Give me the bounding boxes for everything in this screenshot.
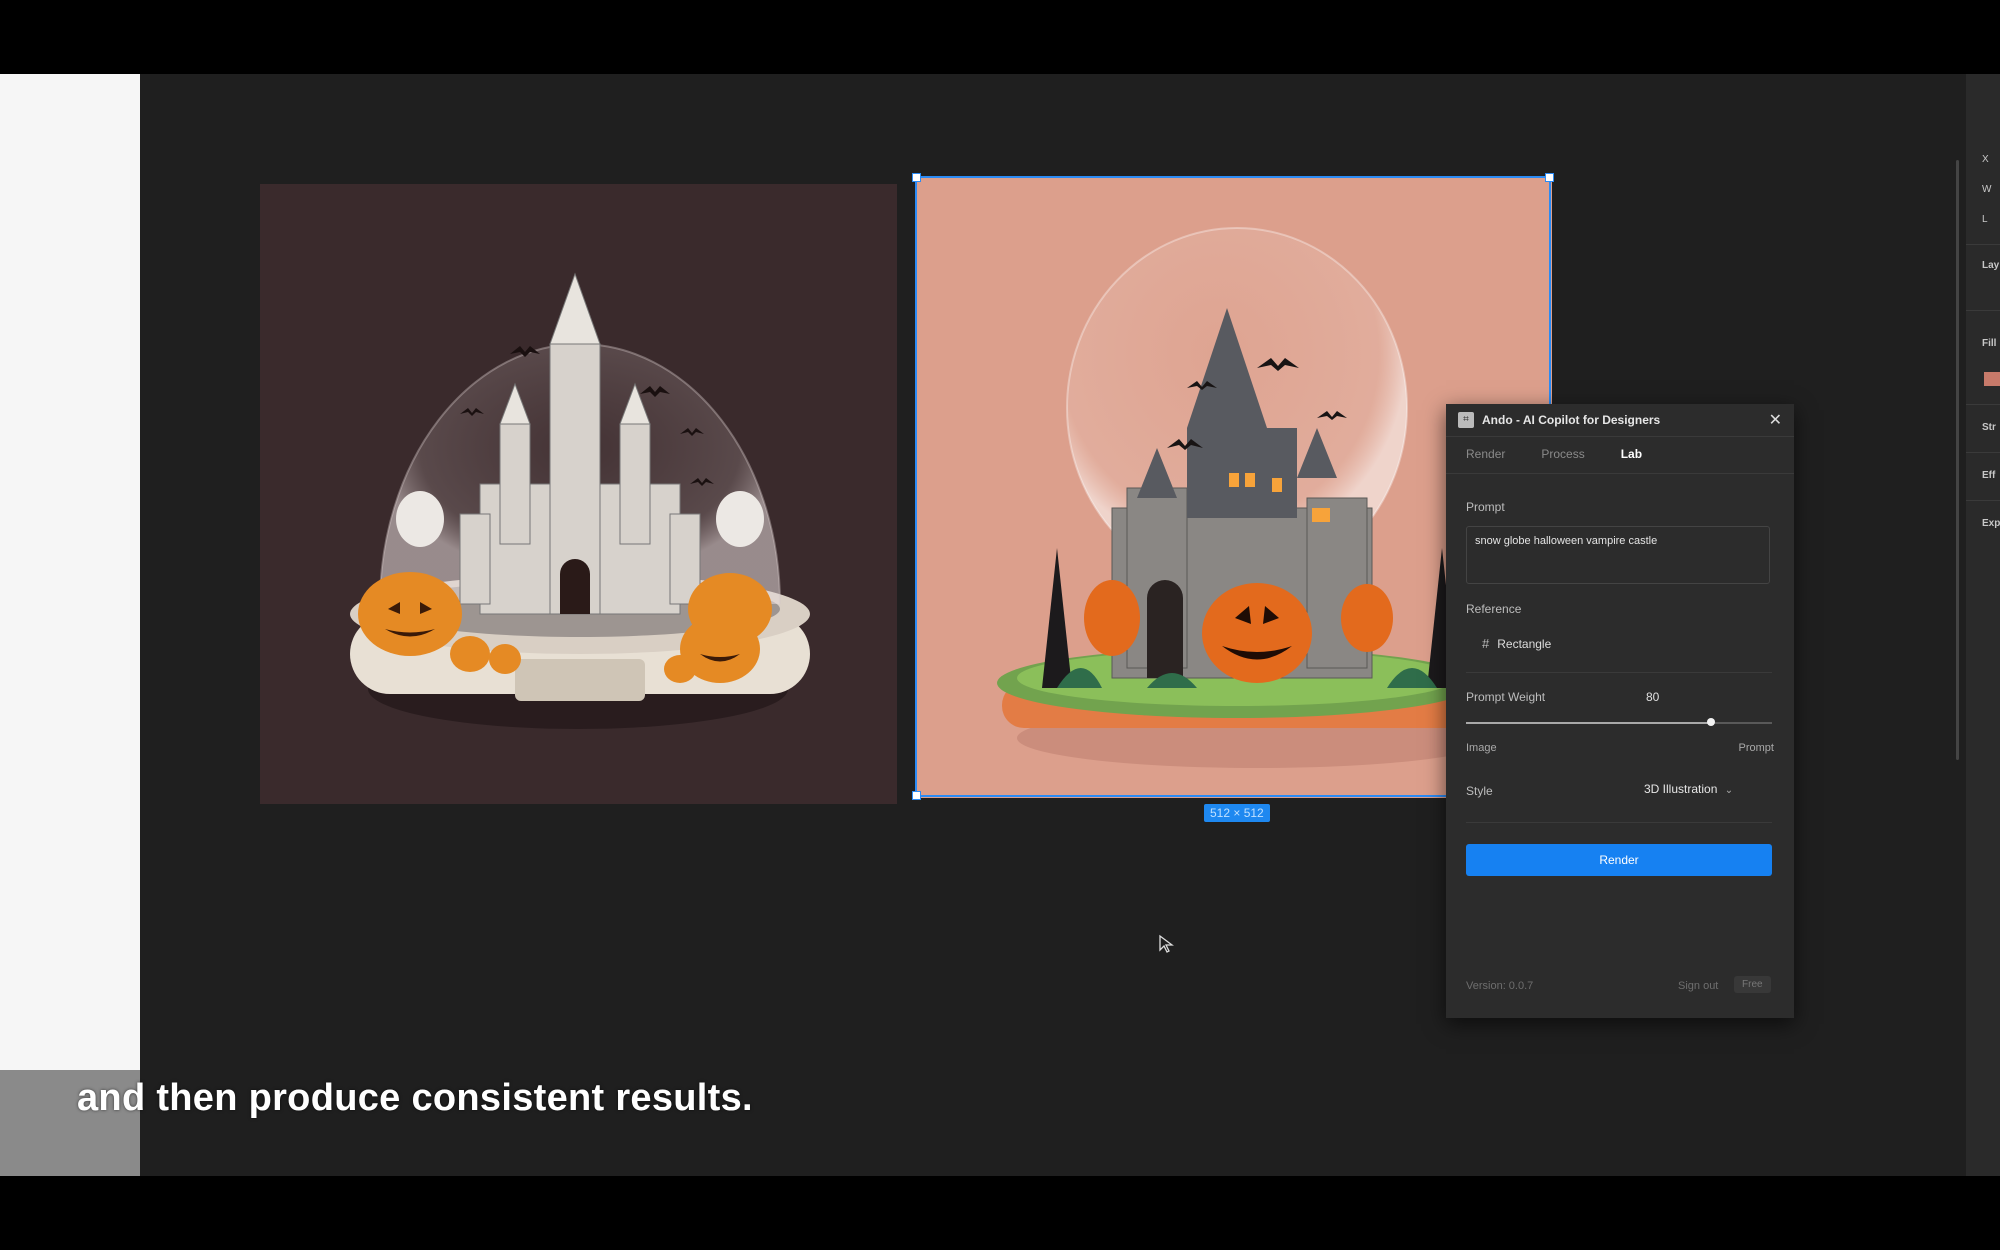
plan-badge: Free [1734,976,1771,993]
divider [1966,500,2000,501]
prompt-weight-slider[interactable] [1466,718,1772,726]
prompt-label: Prompt [1466,500,1505,514]
fill-swatch[interactable] [1984,372,2000,386]
canvas-scrollbar[interactable] [1956,160,1959,760]
properties-label: W [1982,184,1992,195]
reference-value: Rectangle [1497,636,1552,651]
tab-process[interactable]: Process [1541,447,1584,473]
properties-label: Str [1982,422,1996,433]
properties-label: L [1982,214,1988,225]
divider [1966,244,2000,245]
close-icon[interactable]: ✕ [1769,410,1782,430]
tab-lab[interactable]: Lab [1621,447,1642,473]
prompt-weight-value[interactable]: 80 [1646,690,1659,704]
left-panel [0,74,140,1176]
selection-dimensions-badge: 512 × 512 [1204,804,1270,822]
slider-left-label: Image [1466,742,1497,754]
style-label: Style [1466,784,1493,798]
prompt-weight-label: Prompt Weight [1466,690,1546,704]
reference-selector[interactable]: # Rectangle [1482,636,1551,651]
generated-image-1[interactable] [260,184,897,804]
divider [1466,672,1772,673]
style-select[interactable]: 3D Illustration ⌄ [1644,782,1733,796]
properties-label: Fill [1982,338,1997,349]
sign-out-link[interactable]: Sign out [1678,980,1718,992]
plugin-logo-icon: ⌗ [1458,412,1474,428]
divider [1966,404,2000,405]
ando-plugin-panel: ⌗ Ando - AI Copilot for Designers ✕ Rend… [1446,404,1794,1018]
snow-globe-castle-illustration-1 [350,272,810,729]
style-value: 3D Illustration [1644,782,1718,796]
cursor-icon [1158,934,1176,959]
render-button[interactable]: Render [1466,844,1772,876]
divider [1966,310,2000,311]
prompt-textarea[interactable]: snow globe halloween vampire castle [1466,526,1770,584]
plugin-title: Ando - AI Copilot for Designers [1482,413,1661,427]
properties-panel: X W L Lay Fill Str Eff Exp [1966,74,2000,1176]
properties-label: Eff [1982,470,1996,481]
plugin-header: ⌗ Ando - AI Copilot for Designers ✕ [1446,404,1794,437]
plugin-tabs: Render Process Lab [1446,437,1794,474]
version-text: Version: 0.0.7 [1466,980,1534,992]
slider-right-label: Prompt [1738,742,1774,754]
reference-label: Reference [1466,602,1522,616]
properties-label: Lay [1982,260,2000,271]
properties-label: X [1982,154,1989,165]
divider [1966,452,2000,453]
slider-fill [1466,722,1711,724]
video-subtitle: and then produce consistent results. [77,1077,753,1119]
frame-icon: # [1482,636,1490,651]
tab-render[interactable]: Render [1466,447,1505,473]
slider-knob[interactable] [1706,718,1715,726]
canvas[interactable]: 512 × 512 ⌗ Ando - AI Copilot for Design… [0,74,1966,1176]
divider [1466,822,1772,823]
properties-label: Exp [1982,518,2000,529]
chevron-down-icon: ⌄ [1724,785,1734,796]
